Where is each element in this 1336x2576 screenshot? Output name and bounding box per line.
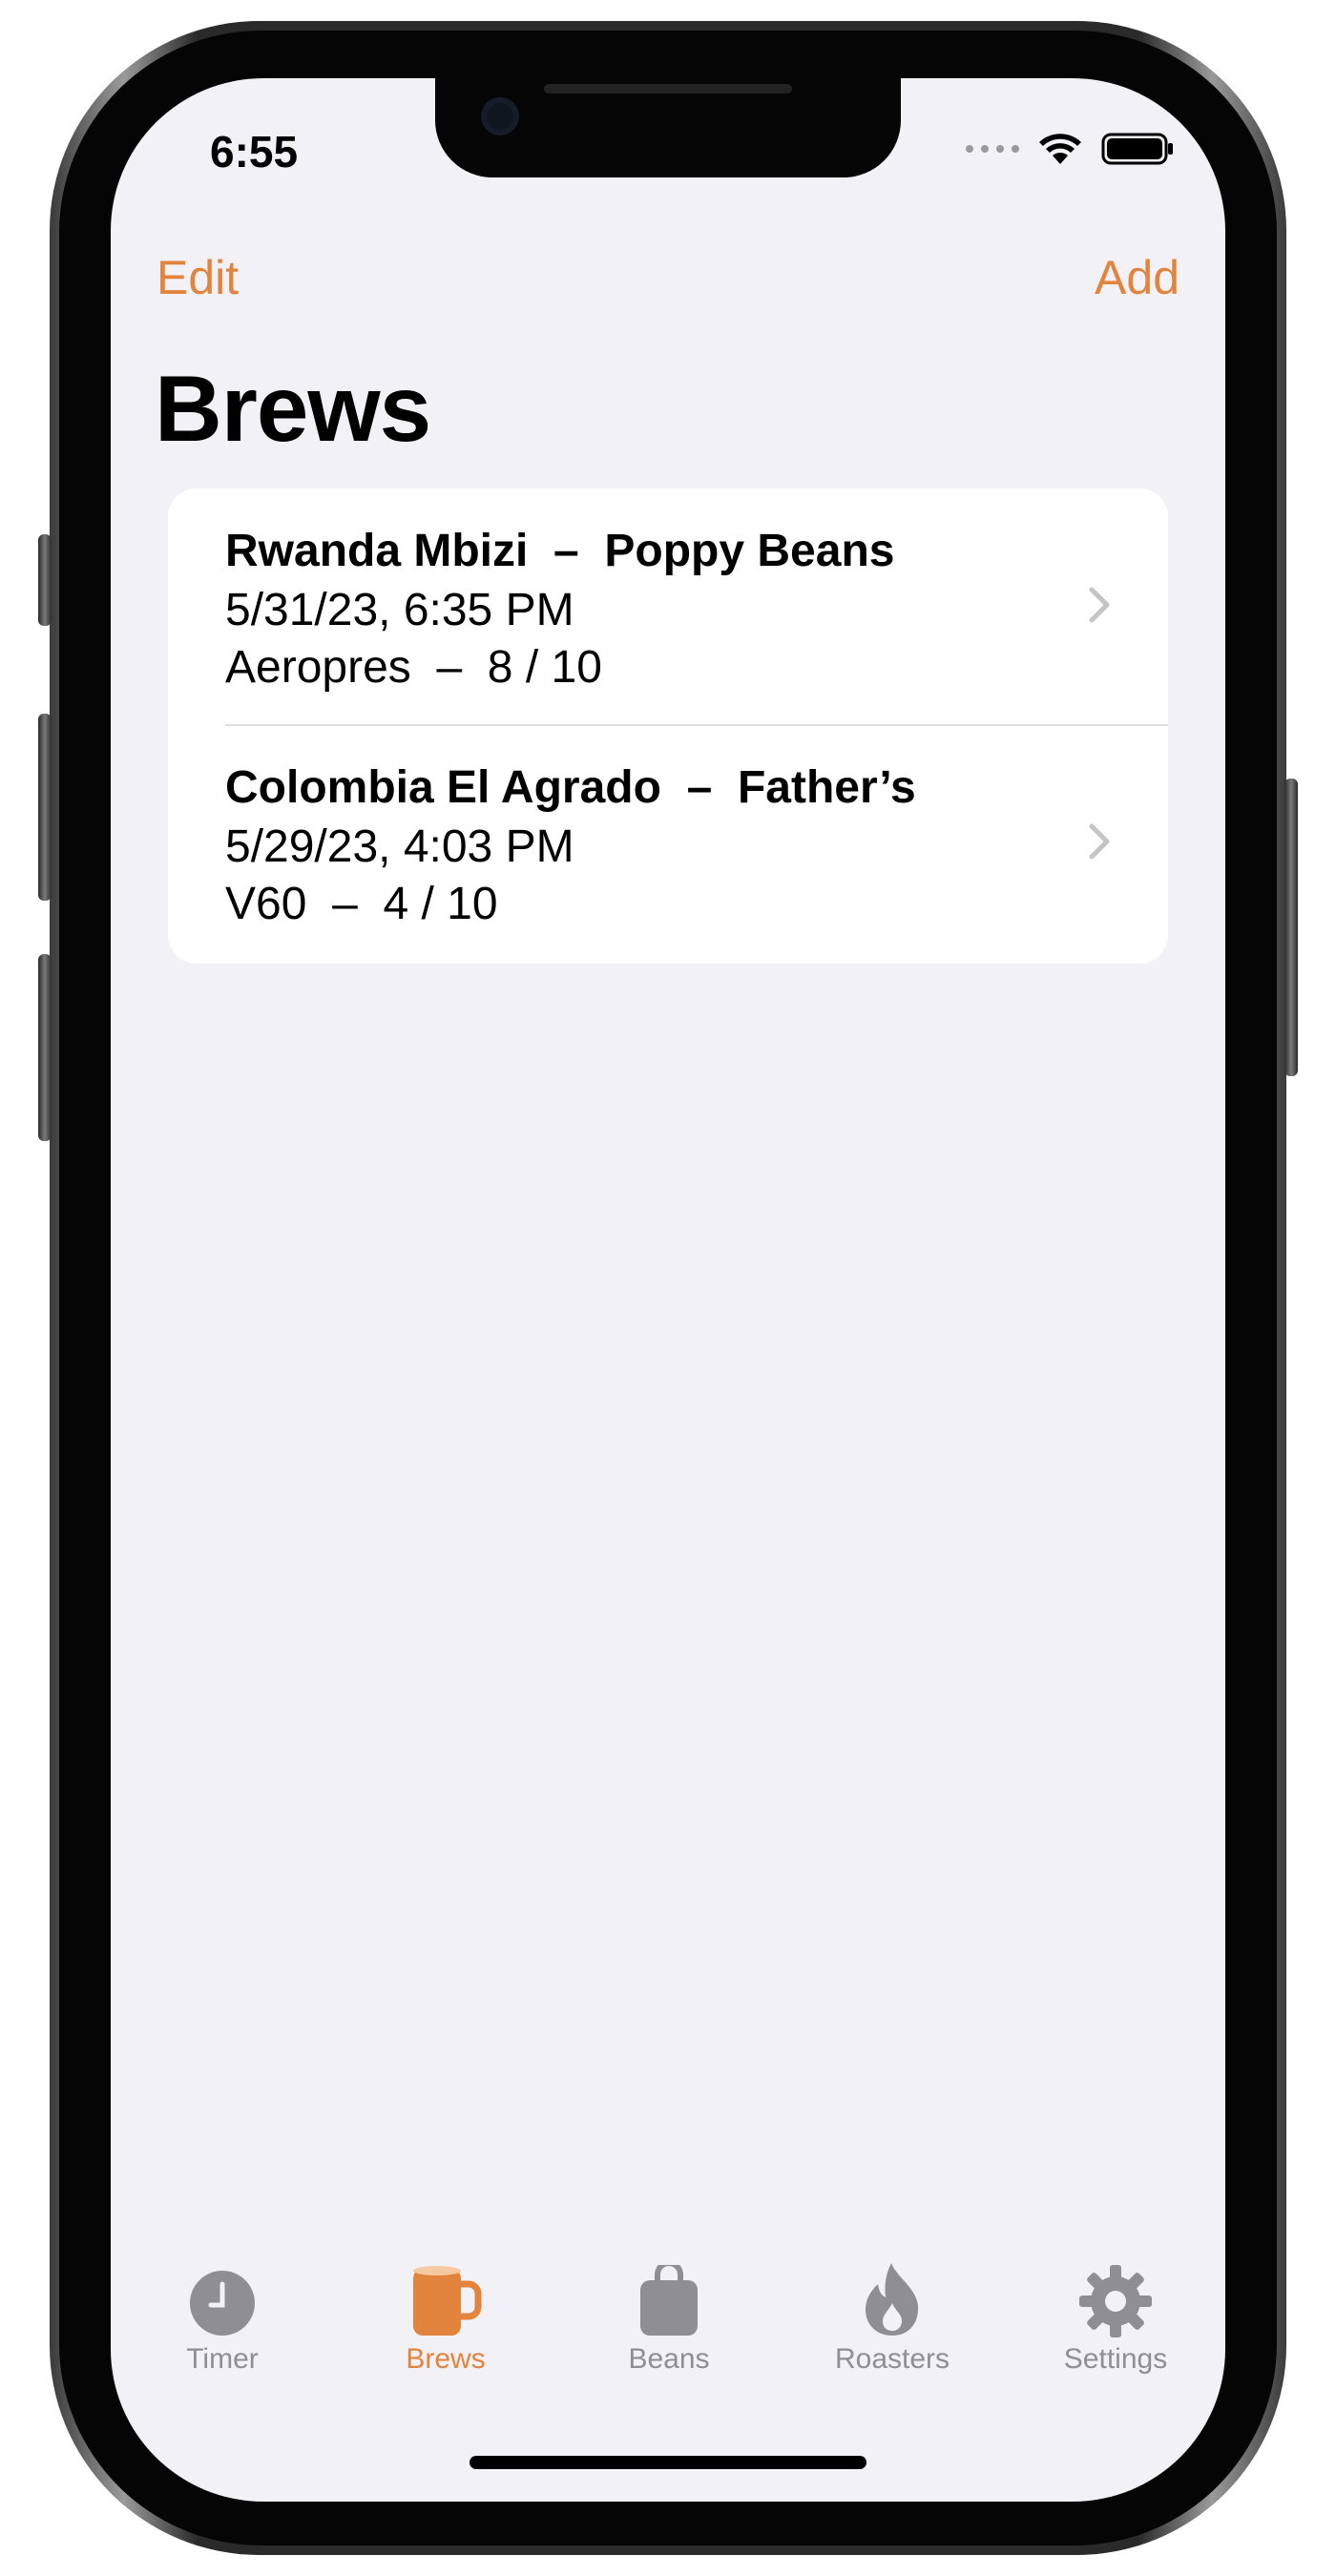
add-button[interactable]: Add — [1095, 250, 1179, 305]
app-screen: 6:55 Edit Add Brews Rwanda Mbizi – Poppy… — [111, 78, 1225, 2502]
notch — [435, 78, 901, 177]
tab-roasters[interactable]: Roasters — [781, 2254, 1004, 2376]
silent-switch — [38, 534, 52, 626]
timer-icon — [190, 2271, 255, 2336]
tab-timer-label: Timer — [186, 2343, 259, 2375]
speaker-grille — [544, 84, 792, 93]
list-item[interactable]: Colombia El Agrado – Father’s 5/29/23, 4… — [168, 725, 1168, 962]
tab-beans[interactable]: Beans — [557, 2254, 781, 2376]
chevron-right-icon — [1089, 823, 1110, 860]
tab-timer[interactable]: Timer — [111, 2254, 334, 2376]
brew-date: 5/29/23, 4:03 PM — [225, 821, 574, 872]
brew-date: 5/31/23, 6:35 PM — [225, 585, 574, 635]
mug-icon — [413, 2266, 482, 2336]
volume-up-button — [38, 714, 52, 901]
gear-icon — [1079, 2265, 1152, 2337]
tab-brews-label: Brews — [406, 2343, 486, 2375]
tab-roasters-label: Roasters — [834, 2343, 950, 2375]
tab-settings-label: Settings — [1063, 2343, 1168, 2375]
signal-dots-icon — [966, 145, 1019, 153]
bag-icon — [640, 2265, 698, 2336]
brew-detail: V60 – 4 / 10 — [225, 879, 498, 929]
status-icons — [966, 132, 1174, 166]
brew-detail: Aeropres – 8 / 10 — [225, 642, 602, 693]
volume-down-button — [38, 954, 52, 1141]
wifi-icon — [1039, 134, 1081, 164]
front-camera — [481, 97, 519, 135]
brew-title: Colombia El Agrado – Father’s — [225, 762, 916, 813]
power-button — [1284, 779, 1298, 1076]
battery-icon — [1101, 133, 1173, 165]
edit-button[interactable]: Edit — [157, 250, 239, 305]
brews-list: Rwanda Mbizi – Poppy Beans 5/31/23, 6:35… — [168, 488, 1168, 964]
chevron-right-icon — [1089, 587, 1110, 623]
tab-beans-label: Beans — [628, 2343, 710, 2375]
status-time: 6:55 — [210, 127, 299, 177]
list-item[interactable]: Rwanda Mbizi – Poppy Beans 5/31/23, 6:35… — [168, 488, 1168, 726]
tab-settings[interactable]: Settings — [1004, 2254, 1225, 2376]
brew-title: Rwanda Mbizi – Poppy Beans — [225, 526, 895, 576]
flame-icon — [866, 2263, 919, 2336]
page-title: Brews — [155, 356, 431, 461]
tab-bar: Timer Brews Beans Roasters Settings — [111, 2254, 1225, 2425]
home-indicator[interactable] — [470, 2456, 866, 2469]
tab-brews[interactable]: Brews — [334, 2254, 557, 2376]
